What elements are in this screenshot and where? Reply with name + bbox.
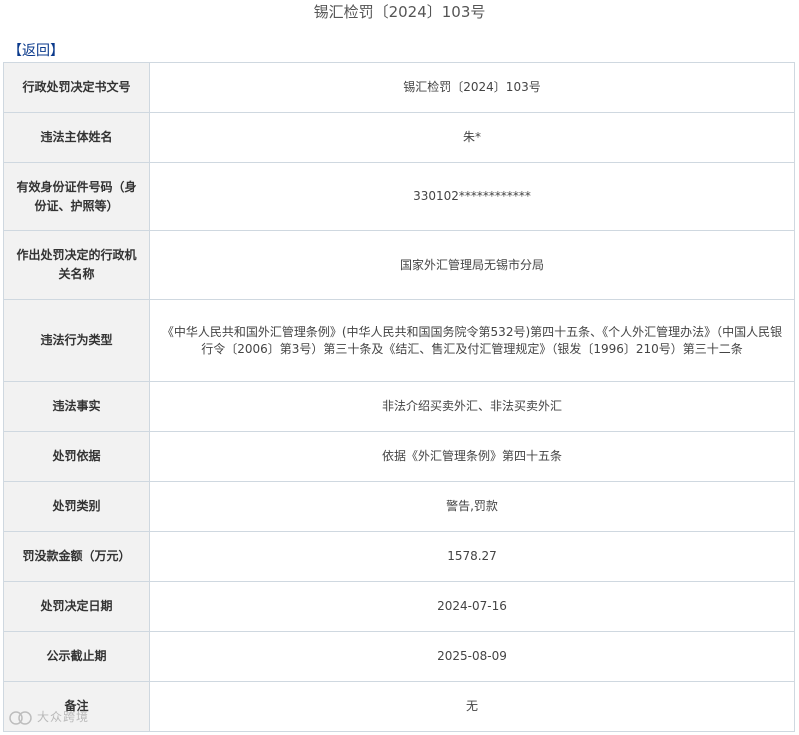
penalty-info-table: 行政处罚决定书文号 锡汇检罚〔2024〕103号 违法主体姓名 朱* 有效身份证… — [3, 62, 795, 732]
row-label-decision-date: 处罚决定日期 — [3, 581, 150, 632]
table-row: 公示截止期 2025-08-09 — [3, 631, 795, 682]
back-link[interactable]: 【返回】 — [8, 42, 64, 60]
table-row: 有效身份证件号码（身份证、护照等） 330102************ — [3, 162, 795, 231]
table-row: 违法行为类型 《中华人民共和国外汇管理条例》(中华人民共和国国务院令第532号)… — [3, 299, 795, 382]
row-value-violation-facts: 非法介绍买卖外汇、非法买卖外汇 — [149, 381, 795, 432]
row-label-violation-facts: 违法事实 — [3, 381, 150, 432]
row-value-document-number: 锡汇检罚〔2024〕103号 — [149, 62, 795, 113]
table-row: 备注 无 — [3, 681, 795, 732]
row-label-penalty-basis: 处罚依据 — [3, 431, 150, 482]
row-value-publicity-deadline: 2025-08-09 — [149, 631, 795, 682]
row-value-subject-name: 朱* — [149, 112, 795, 163]
table-row: 作出处罚决定的行政机关名称 国家外汇管理局无锡市分局 — [3, 230, 795, 300]
row-value-remarks: 无 — [149, 681, 795, 732]
watermark-logo-icon — [9, 710, 32, 725]
row-value-authority: 国家外汇管理局无锡市分局 — [149, 230, 795, 300]
page-title: 锡汇检罚〔2024〕103号 — [313, 3, 486, 21]
row-label-authority: 作出处罚决定的行政机关名称 — [3, 230, 150, 300]
row-value-decision-date: 2024-07-16 — [149, 581, 795, 632]
table-row: 处罚类别 警告,罚款 — [3, 481, 795, 532]
row-value-penalty-basis: 依据《外汇管理条例》第四十五条 — [149, 431, 795, 482]
table-row: 行政处罚决定书文号 锡汇检罚〔2024〕103号 — [3, 62, 795, 113]
row-value-penalty-amount: 1578.27 — [149, 531, 795, 582]
table-row: 违法主体姓名 朱* — [3, 112, 795, 163]
row-label-document-number: 行政处罚决定书文号 — [3, 62, 150, 113]
row-label-publicity-deadline: 公示截止期 — [3, 631, 150, 682]
row-value-id-number: 330102************ — [149, 162, 795, 231]
table-row: 处罚依据 依据《外汇管理条例》第四十五条 — [3, 431, 795, 482]
table-row: 处罚决定日期 2024-07-16 — [3, 581, 795, 632]
table-row: 罚没款金额（万元） 1578.27 — [3, 531, 795, 582]
row-value-violation-type: 《中华人民共和国外汇管理条例》(中华人民共和国国务院令第532号)第四十五条、《… — [149, 299, 795, 382]
table-row: 违法事实 非法介绍买卖外汇、非法买卖外汇 — [3, 381, 795, 432]
watermark-text: 大众跨境 — [37, 710, 90, 724]
row-label-penalty-category: 处罚类别 — [3, 481, 150, 532]
row-label-violation-type: 违法行为类型 — [3, 299, 150, 382]
row-value-penalty-category: 警告,罚款 — [149, 481, 795, 532]
watermark: 大众跨境 — [8, 708, 89, 726]
row-label-penalty-amount: 罚没款金额（万元） — [3, 531, 150, 582]
row-label-id-number: 有效身份证件号码（身份证、护照等） — [3, 162, 150, 231]
row-label-subject-name: 违法主体姓名 — [3, 112, 150, 163]
